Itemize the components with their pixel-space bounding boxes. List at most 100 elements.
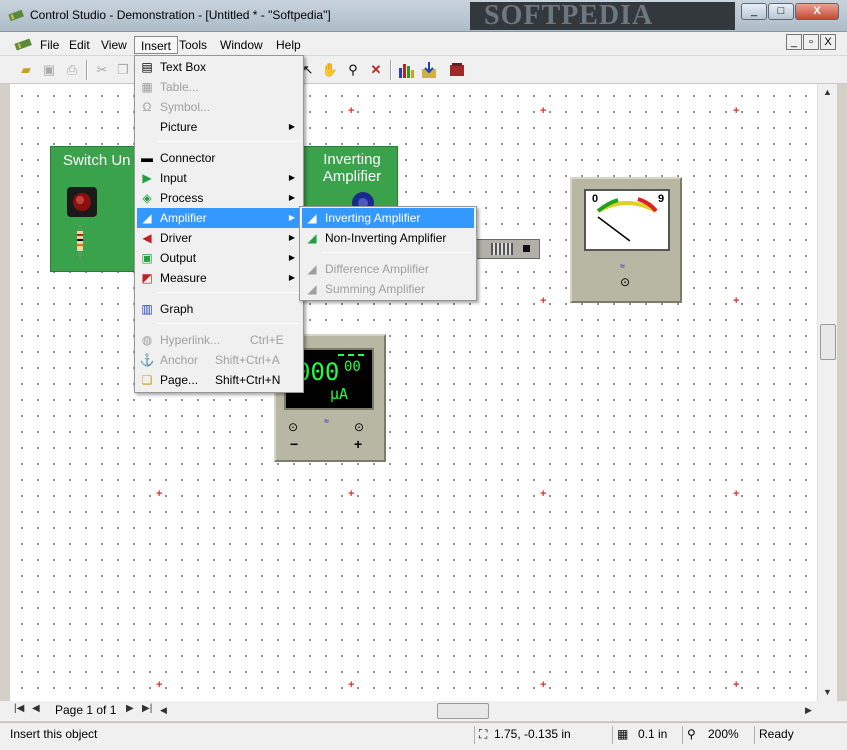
grid-marker: + (733, 679, 740, 691)
menu-item-process[interactable]: ◈ Process ▶ (137, 188, 301, 208)
bar-chart-icon[interactable] (396, 60, 416, 80)
meter-face: 0 9 (584, 189, 670, 251)
maximize-button[interactable]: □ (768, 3, 794, 20)
insert-menu: ▤ Text Box ▦ Table... Ω Symbol... Pictur… (134, 55, 304, 393)
status-grid: 0.1 in (638, 727, 668, 741)
first-page-icon[interactable]: |◀ (14, 703, 24, 714)
slider-thumb[interactable] (491, 243, 513, 255)
analog-meter-component[interactable]: 0 9 ≈ ⊙ (570, 177, 682, 303)
submenu-item-inverting-amplifier[interactable]: ◢ Inverting Amplifier (302, 208, 474, 228)
menu-edit[interactable]: Edit (63, 36, 96, 54)
application-window: Control Studio - Demonstration - [Untitl… (0, 0, 847, 750)
submenu-arrow-icon: ▶ (288, 173, 295, 182)
vertical-scrollbar[interactable]: ▲ ▼ (817, 84, 837, 701)
submenu-item-summing-amplifier[interactable]: ◢ Summing Amplifier (302, 279, 474, 299)
menu-item-label: Summing Amplifier (325, 282, 426, 296)
menu-item-label: Input (160, 171, 187, 185)
submenu-arrow-icon: ▶ (288, 273, 295, 282)
coordinates-icon: ⛶ (474, 726, 488, 744)
menu-item-measure[interactable]: ◩ Measure ▶ (137, 268, 301, 288)
menu-item-driver[interactable]: ◀ Driver ▶ (137, 228, 301, 248)
amplifier-icon: ◢ (307, 262, 317, 276)
menu-insert[interactable]: Insert (134, 36, 179, 54)
grid-marker: + (540, 105, 547, 117)
menu-item-input[interactable]: ▶ Input ▶ (137, 168, 301, 188)
meter-min-label: 0 (592, 193, 599, 205)
dmm-signal-icon: ≈ (324, 416, 329, 426)
slider-terminal (523, 245, 530, 252)
grid-marker: + (733, 488, 740, 500)
menu-separator (157, 323, 299, 324)
menu-item-text-box[interactable]: ▤ Text Box (137, 57, 301, 77)
scroll-right-icon[interactable]: ▶ (800, 702, 817, 719)
menu-item-output[interactable]: ▣ Output ▶ (137, 248, 301, 268)
last-page-icon[interactable]: ▶| (142, 703, 152, 714)
menu-item-symbol[interactable]: Ω Symbol... (137, 97, 301, 117)
menu-item-anchor[interactable]: ⚓ Anchor Shift+Ctrl+A (137, 350, 301, 370)
menu-item-hyperlink[interactable]: ◍ Hyperlink... Ctrl+E (137, 330, 301, 350)
scroll-up-icon[interactable]: ▲ (819, 84, 836, 101)
save-icon[interactable]: ▣ (39, 60, 59, 80)
submenu-item-non-inverting-amplifier[interactable]: ◢ Non-Inverting Amplifier (302, 228, 474, 248)
zoom-status-icon: ⚲ (682, 726, 702, 744)
toolbar-separator (390, 60, 392, 80)
menu-window[interactable]: Window (214, 36, 269, 54)
vertical-scroll-thumb[interactable] (820, 324, 836, 360)
print-icon[interactable]: ⎙ (62, 60, 82, 80)
page-indicator: Page 1 of 1 (55, 703, 117, 717)
lcd-exponent: 00 (344, 359, 361, 375)
zoom-icon[interactable]: ⚲ (343, 60, 363, 80)
process-icon: ◈ (142, 191, 152, 205)
menu-item-graph[interactable]: ▥ Graph (137, 299, 301, 319)
mdi-close-button[interactable]: X (820, 34, 836, 50)
menu-view[interactable]: View (95, 36, 133, 54)
document-icon[interactable] (14, 37, 32, 51)
design-canvas[interactable]: + + + + + + + + + + + + + Switch Un Inve… (10, 84, 817, 701)
title-bar[interactable]: Control Studio - Demonstration - [Untitl… (0, 0, 847, 32)
menu-item-table[interactable]: ▦ Table... (137, 77, 301, 97)
menu-item-label: Hyperlink... (160, 333, 221, 347)
menu-item-picture[interactable]: Picture ▶ (137, 117, 301, 137)
next-page-icon[interactable]: ▶ (126, 703, 134, 714)
switch-unit-component[interactable]: Switch Un (50, 146, 144, 272)
connector-icon: ▬ (141, 151, 153, 165)
menu-file[interactable]: File (34, 36, 65, 54)
anchor-icon: ⚓ (139, 353, 155, 367)
pan-hand-icon[interactable]: ✋ (320, 60, 340, 80)
scroll-left-icon[interactable]: ◀ (155, 702, 172, 719)
menu-tools[interactable]: Tools (173, 36, 213, 54)
grid-marker: + (348, 488, 355, 500)
menu-item-page[interactable]: ❑ Page... Shift+Ctrl+N (137, 370, 301, 390)
horizontal-scroll-thumb[interactable] (437, 703, 489, 719)
page-icon: ❑ (141, 373, 153, 387)
menu-item-connector[interactable]: ▬ Connector (137, 148, 301, 168)
submenu-item-difference-amplifier[interactable]: ◢ Difference Amplifier (302, 259, 474, 279)
delete-icon[interactable]: ✕ (366, 60, 386, 80)
mdi-restore-button[interactable]: ▫ (803, 34, 819, 50)
scroll-down-icon[interactable]: ▼ (819, 684, 836, 701)
menu-item-label: Output (160, 251, 197, 265)
import-icon[interactable] (419, 60, 439, 80)
status-message: Insert this object (10, 727, 98, 741)
amplifier-icon: ◢ (142, 211, 152, 225)
prev-page-icon[interactable]: ◀ (32, 703, 40, 714)
open-folder-icon[interactable]: ▰ (16, 60, 36, 80)
component-library-icon[interactable] (447, 60, 467, 80)
grid-marker: + (733, 105, 740, 117)
softpedia-watermark: SOFTPEDIA (470, 2, 735, 30)
grid-marker: + (156, 488, 163, 500)
cut-icon[interactable]: ✂ (92, 60, 112, 80)
menu-item-amplifier[interactable]: ◢ Amplifier ▶ (137, 208, 301, 228)
menu-item-label: Amplifier (160, 211, 207, 225)
horizontal-scrollbar[interactable]: ◀ ▶ (155, 701, 817, 721)
hyperlink-icon: ◍ (141, 333, 153, 347)
menu-item-shortcut: Ctrl+E (250, 333, 284, 347)
copy-icon[interactable]: ❐ (113, 60, 133, 80)
push-button-icon[interactable] (65, 185, 99, 219)
status-state: Ready (754, 726, 794, 744)
menu-help[interactable]: Help (270, 36, 307, 54)
minimize-button[interactable]: _ (741, 3, 767, 20)
close-button[interactable]: X (795, 3, 839, 20)
slider-control[interactable] (474, 239, 540, 259)
mdi-minimize-button[interactable]: _ (786, 34, 802, 50)
